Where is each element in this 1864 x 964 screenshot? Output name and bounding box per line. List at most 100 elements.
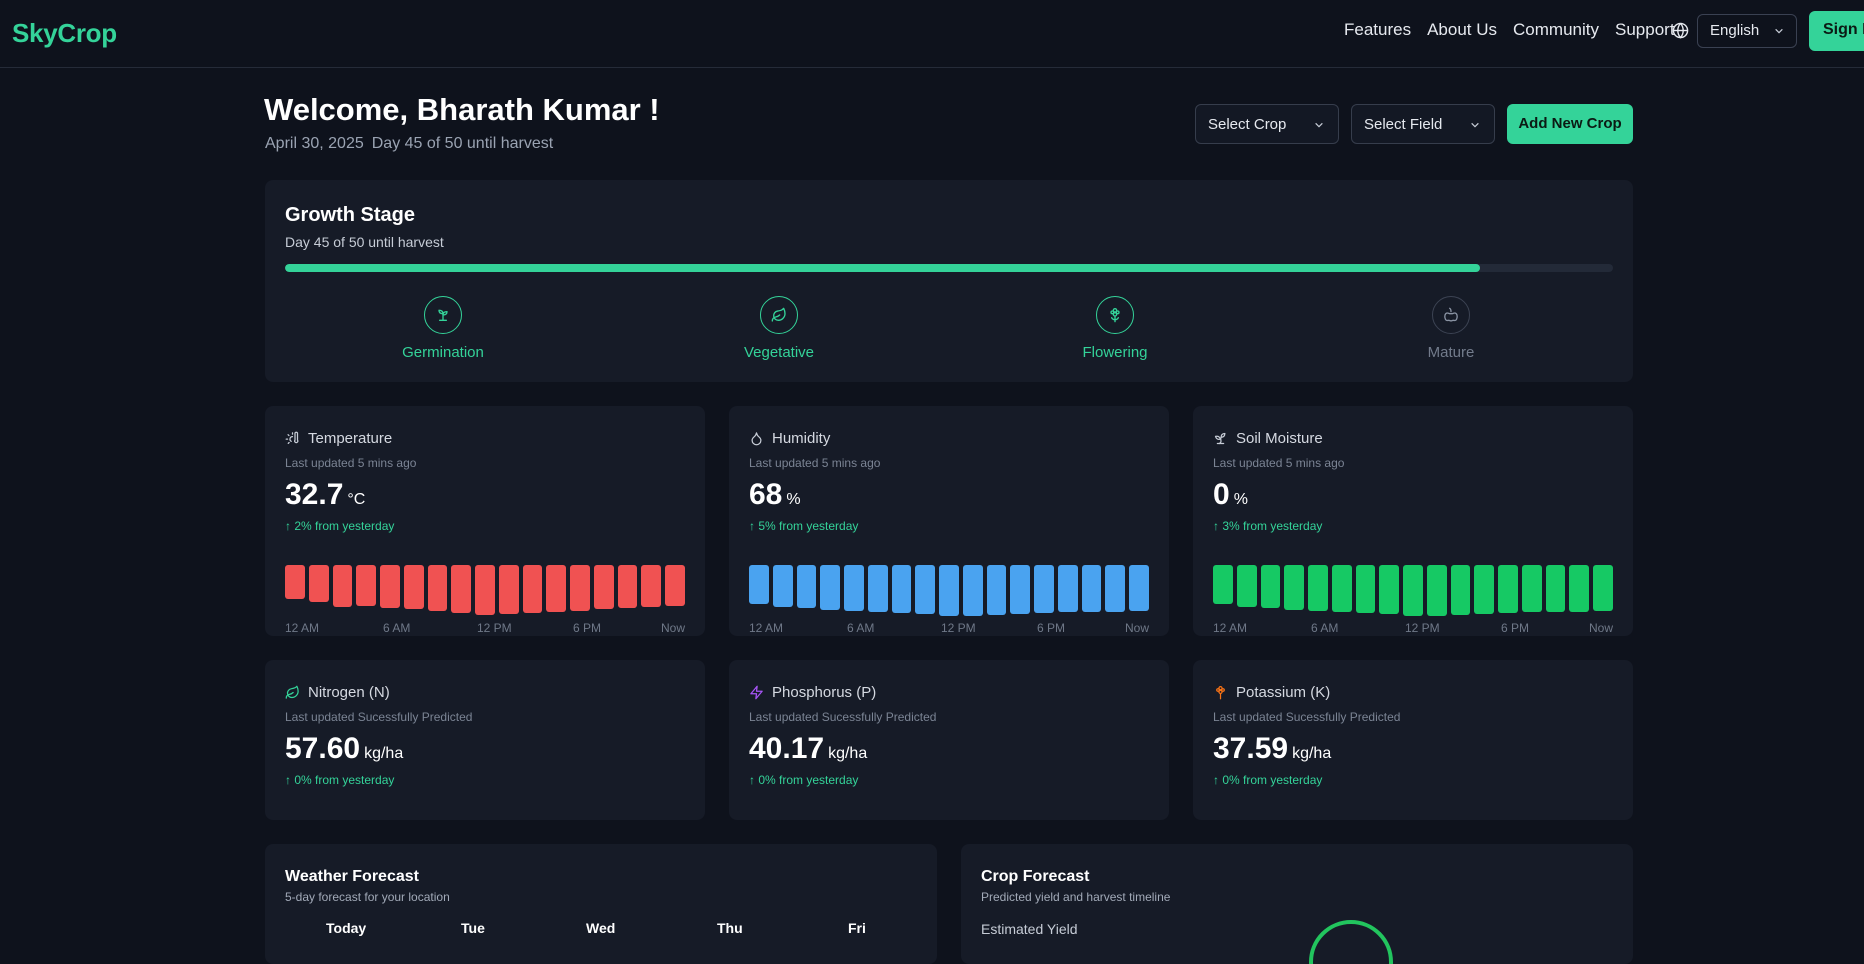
chart-bar <box>1545 565 1566 612</box>
chart-bar <box>1450 565 1471 615</box>
chart-bar <box>939 565 959 616</box>
chart-bar <box>1081 565 1102 612</box>
flower-icon <box>1216 685 1225 700</box>
potassium-header: Potassium (K) <box>1213 684 1330 701</box>
last-updated-text: Last updated Sucessfully Predicted <box>749 710 937 724</box>
soil-moisture-card: Soil Moisture Last updated 5 mins ago 0%… <box>1193 406 1633 636</box>
humidity-title: Humidity <box>772 430 831 447</box>
soil-moisture-bar-chart <box>1213 565 1614 617</box>
growth-stage-card: Growth Stage Day 45 of 50 until harvest … <box>265 180 1633 382</box>
sprout-icon <box>438 309 448 321</box>
last-updated-text: Last updated 5 mins ago <box>1213 456 1345 470</box>
add-new-crop-button[interactable]: Add New Crop <box>1507 104 1633 144</box>
chart-bar <box>593 565 614 610</box>
temperature-value: 32.7 °C <box>285 478 365 512</box>
chart-bar <box>1379 565 1400 615</box>
chart-bar <box>820 565 841 610</box>
language-select-value: English <box>1710 22 1760 39</box>
sign-in-button[interactable]: Sign In <box>1809 11 1864 51</box>
axis-tick-label: Now <box>1589 621 1614 635</box>
nav-link-community[interactable]: Community <box>1513 20 1599 40</box>
forecast-day: Wed <box>586 920 616 936</box>
nitrogen-title: Nitrogen (N) <box>308 684 390 701</box>
chart-bar <box>796 565 817 608</box>
chart-bar <box>1426 565 1447 617</box>
chart-bar <box>1105 565 1126 612</box>
harvest-day-status: Day 45 of 50 until harvest <box>371 135 554 152</box>
value-unit: kg/ha <box>828 745 868 762</box>
chart-bar <box>1129 565 1150 611</box>
chart-bar <box>356 565 377 606</box>
value-number: 40.17 <box>749 732 825 765</box>
select-field-label: Select Field <box>1364 116 1443 133</box>
growth-progress-fill <box>285 264 1481 272</box>
sprout-icon <box>1214 432 1226 445</box>
chart-bar <box>1355 565 1376 613</box>
axis-tick-label: 6 AM <box>847 621 875 635</box>
chart-bar <box>1521 565 1542 612</box>
language-select[interactable]: English <box>1697 14 1797 48</box>
chart-bar <box>332 565 353 607</box>
growth-stage-title: Growth Stage <box>285 204 416 226</box>
change-text: ↑ 0% from yesterday <box>1213 773 1323 787</box>
temperature-time-axis: 12 AM 6 AM 12 PM 6 PM Now <box>285 621 685 635</box>
value-number: 57.60 <box>285 732 361 765</box>
chart-bar <box>891 565 912 613</box>
chart-bar <box>1498 565 1518 613</box>
yield-progress-ring <box>1309 920 1393 964</box>
chart-bar <box>772 565 793 607</box>
chart-bar <box>570 565 590 611</box>
nav-link-features[interactable]: Features <box>1344 20 1411 40</box>
stage-flowering-circle <box>1096 296 1134 334</box>
leaf-icon <box>285 685 299 699</box>
chart-bar <box>962 565 983 617</box>
current-date: April 30, 2025 <box>265 135 364 152</box>
chart-bar <box>1308 565 1328 611</box>
value-unit: kg/ha <box>1292 745 1332 762</box>
value-unit: % <box>786 491 801 508</box>
humidity-time-axis: 12 AM 6 AM 12 PM 6 PM Now <box>749 621 1149 635</box>
change-text: ↑ 0% from yesterday <box>749 773 859 787</box>
logo[interactable]: SkyCrop <box>12 18 117 49</box>
stage-label: Flowering <box>1082 344 1148 361</box>
temperature-title: Temperature <box>308 430 393 447</box>
stage-vegetative: Vegetative <box>699 296 859 361</box>
humidity-header: Humidity <box>749 430 830 447</box>
nav-link-about-us[interactable]: About Us <box>1427 20 1497 40</box>
chart-bar <box>641 565 662 607</box>
nav-link-support[interactable]: Support <box>1615 20 1675 40</box>
value-number: 0 <box>1213 478 1230 511</box>
temperature-card: Temperature Last updated 5 mins ago 32.7… <box>265 406 705 636</box>
stage-label: Vegetative <box>743 344 815 361</box>
chart-bar <box>617 565 638 608</box>
weather-forecast-title: Weather Forecast <box>285 868 419 885</box>
potassium-title: Potassium (K) <box>1236 684 1331 701</box>
axis-tick-label: Now <box>1125 621 1150 635</box>
chart-bar <box>403 565 424 609</box>
chart-bar <box>475 565 495 616</box>
chart-bar <box>1010 565 1031 614</box>
forecast-day: Tue <box>461 920 485 936</box>
soil-moisture-value: 0% <box>1213 478 1248 512</box>
axis-tick-label: 6 PM <box>1501 621 1530 635</box>
stage-mature-circle <box>1432 296 1470 334</box>
select-crop-dropdown[interactable]: Select Crop <box>1195 104 1339 144</box>
chart-bar <box>285 565 305 599</box>
chart-bar <box>1474 565 1495 614</box>
axis-tick-label: 6 AM <box>383 621 411 635</box>
nitrogen-value: 57.60 kg/ha <box>285 732 403 766</box>
change-text: ↑ 0% from yesterday <box>285 773 395 787</box>
chart-bar <box>1057 565 1078 612</box>
growth-stage-subtitle: Day 45 of 50 until harvest <box>285 234 444 250</box>
change-text: ↑ 3% from yesterday <box>1213 519 1323 533</box>
potassium-value: 37.59 kg/ha <box>1213 732 1331 766</box>
chart-bar <box>1569 565 1590 612</box>
top-navbar: SkyCrop Features About Us Community Supp… <box>0 0 1864 68</box>
axis-tick-label: 12 PM <box>477 621 512 635</box>
chart-bar <box>986 565 1007 615</box>
temperature-bar-chart <box>285 565 686 617</box>
chart-bar <box>1403 565 1423 616</box>
select-field-dropdown[interactable]: Select Field <box>1351 104 1495 144</box>
globe-icon <box>1672 22 1689 39</box>
chart-bar <box>1213 565 1233 604</box>
